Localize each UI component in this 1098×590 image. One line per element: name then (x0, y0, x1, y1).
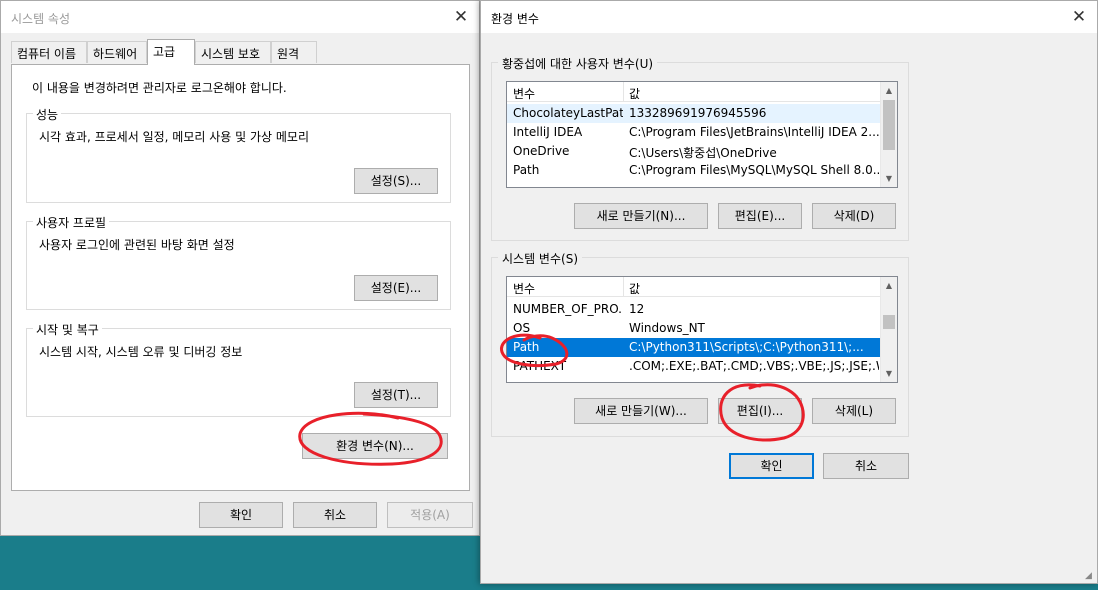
user-variables-group: 황중섭에 대한 사용자 변수(U) 변수 값 ChocolateyLastPat… (491, 55, 909, 241)
system-properties-titlebar[interactable]: 시스템 속성 ✕ (1, 1, 479, 33)
table-row[interactable]: PATHEXT .COM;.EXE;.BAT;.CMD;.VBS;.VBE;.J… (507, 357, 881, 376)
startup-recovery-group: 시작 및 복구 시스템 시작, 시스템 오류 및 디버깅 정보 설정(T)... (26, 321, 451, 417)
user-list-scrollbar[interactable]: ▲ ▼ (880, 82, 897, 187)
tab-system-protection[interactable]: 시스템 보호 (195, 41, 271, 63)
admin-notice: 이 내용을 변경하려면 관리자로 로그온해야 합니다. (32, 81, 287, 95)
column-header-value[interactable]: 값 (629, 85, 640, 102)
user-variables-title: 황중섭에 대한 사용자 변수(U) (498, 55, 658, 72)
user-variables-list[interactable]: 변수 값 ChocolateyLastPat... 13328969197694… (506, 81, 898, 188)
table-row[interactable]: OS Windows_NT (507, 319, 881, 338)
column-header-value[interactable]: 값 (629, 280, 640, 297)
tab-hardware[interactable]: 하드웨어 (87, 41, 147, 63)
table-row[interactable]: ChocolateyLastPat... 133289691976945596 (507, 104, 881, 123)
user-profile-desc: 사용자 로그인에 관련된 바탕 화면 설정 (39, 238, 235, 252)
scroll-up-icon[interactable]: ▲ (881, 277, 897, 294)
startup-settings-button[interactable]: 설정(T)... (354, 382, 438, 408)
performance-title: 성능 (33, 106, 62, 123)
environment-variables-titlebar[interactable]: 환경 변수 ✕ (481, 1, 1097, 33)
apply-button[interactable]: 적용(A) (387, 502, 473, 528)
user-delete-button[interactable]: 삭제(D) (812, 203, 896, 229)
list-header: 변수 값 (507, 82, 881, 102)
advanced-tab-panel: 이 내용을 변경하려면 관리자로 로그온해야 합니다. 성능 시각 효과, 프로… (11, 64, 470, 491)
performance-desc: 시각 효과, 프로세서 일정, 메모리 사용 및 가상 메모리 (39, 130, 309, 144)
column-header-variable[interactable]: 변수 (513, 280, 535, 297)
ok-button[interactable]: 확인 (729, 453, 814, 479)
table-row-selected[interactable]: Path C:\Python311\Scripts\;C:\Python311\… (507, 338, 881, 357)
scrollbar-thumb[interactable] (883, 315, 895, 329)
performance-group: 성능 시각 효과, 프로세서 일정, 메모리 사용 및 가상 메모리 설정(S)… (26, 106, 451, 203)
tab-computer-name[interactable]: 컴퓨터 이름 (11, 41, 87, 63)
cancel-button[interactable]: 취소 (823, 453, 909, 479)
scroll-down-icon[interactable]: ▼ (881, 170, 897, 187)
list-header: 변수 값 (507, 277, 881, 297)
user-profile-group: 사용자 프로필 사용자 로그인에 관련된 바탕 화면 설정 설정(E)... (26, 214, 451, 310)
scroll-down-icon[interactable]: ▼ (881, 365, 897, 382)
system-variables-list[interactable]: 변수 값 NUMBER_OF_PRO... 12 OS Windows_NT P… (506, 276, 898, 383)
system-new-button[interactable]: 새로 만들기(W)... (574, 398, 708, 424)
startup-recovery-desc: 시스템 시작, 시스템 오류 및 디버깅 정보 (39, 345, 243, 359)
performance-settings-button[interactable]: 설정(S)... (354, 168, 438, 194)
tab-remote[interactable]: 원격 (271, 41, 317, 63)
tab-advanced[interactable]: 고급 (147, 39, 195, 65)
user-edit-button[interactable]: 편집(E)... (718, 203, 802, 229)
table-row[interactable]: IntelliJ IDEA C:\Program Files\JetBrains… (507, 123, 881, 142)
resize-grip-icon[interactable]: ◢ (1085, 571, 1095, 581)
system-properties-window: 시스템 속성 ✕ 컴퓨터 이름 하드웨어 고급 시스템 보호 원격 이 내용을 … (0, 0, 480, 536)
window-title: 시스템 속성 (11, 12, 71, 26)
ok-button[interactable]: 확인 (199, 502, 283, 528)
user-profile-settings-button[interactable]: 설정(E)... (354, 275, 438, 301)
system-variables-title: 시스템 변수(S) (498, 250, 582, 267)
table-row[interactable]: OneDrive C:\Users\황중섭\OneDrive (507, 142, 881, 161)
user-new-button[interactable]: 새로 만들기(N)... (574, 203, 708, 229)
system-delete-button[interactable]: 삭제(L) (812, 398, 896, 424)
table-row[interactable]: NUMBER_OF_PRO... 12 (507, 300, 881, 319)
scrollbar-thumb[interactable] (883, 100, 895, 150)
close-icon[interactable]: ✕ (1069, 7, 1089, 27)
table-row[interactable]: Path C:\Program Files\MySQL\MySQL Shell … (507, 161, 881, 180)
scroll-up-icon[interactable]: ▲ (881, 82, 897, 99)
close-icon[interactable]: ✕ (451, 7, 471, 27)
window-title: 환경 변수 (491, 12, 539, 26)
environment-variables-window: 환경 변수 ✕ 황중섭에 대한 사용자 변수(U) 변수 값 Chocolate… (480, 0, 1098, 584)
system-list-scrollbar[interactable]: ▲ ▼ (880, 277, 897, 382)
startup-recovery-title: 시작 및 복구 (33, 321, 102, 338)
system-edit-button[interactable]: 편집(I)... (718, 398, 802, 424)
user-profile-title: 사용자 프로필 (33, 214, 110, 231)
system-variables-group: 시스템 변수(S) 변수 값 NUMBER_OF_PRO... 12 OS Wi… (491, 250, 909, 437)
environment-variables-button[interactable]: 환경 변수(N)... (302, 433, 448, 459)
cancel-button[interactable]: 취소 (293, 502, 377, 528)
column-header-variable[interactable]: 변수 (513, 85, 535, 102)
